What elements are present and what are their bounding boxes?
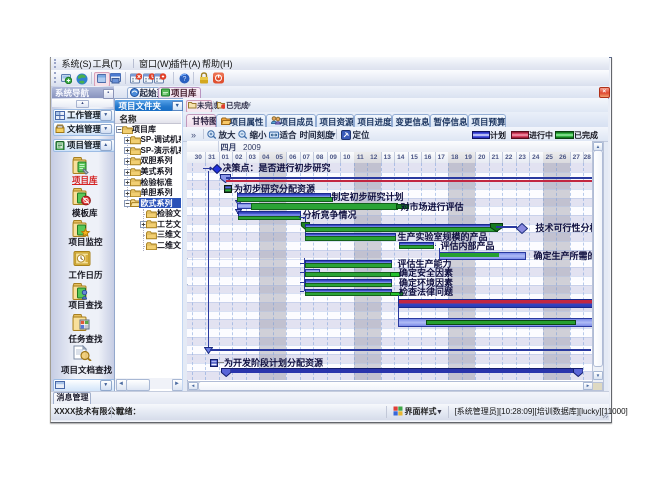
svg-text:?: ?: [183, 76, 187, 83]
